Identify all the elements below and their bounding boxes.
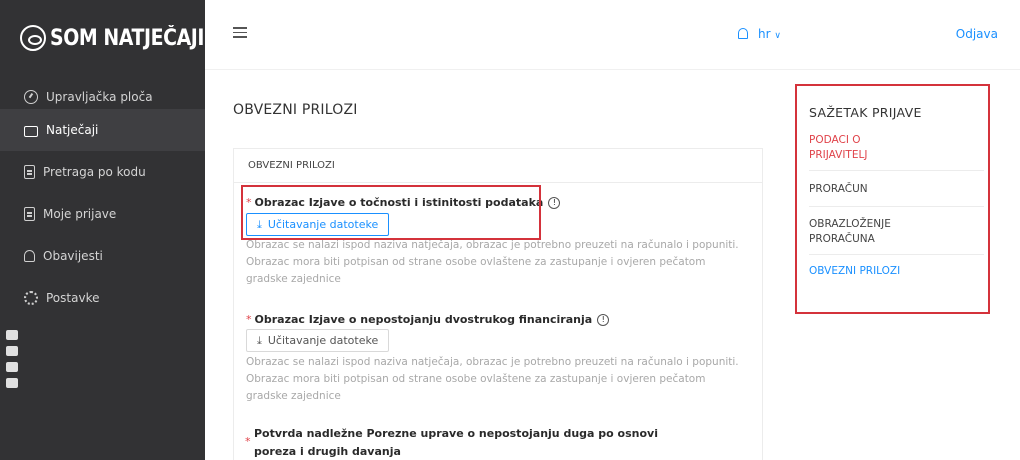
side-toolbar — [6, 330, 20, 394]
notifications-bell-icon[interactable] — [738, 28, 748, 39]
sidebar-item-label: Pretraga po kodu — [43, 165, 146, 179]
sidebar-item-label: Obavijesti — [43, 249, 103, 263]
section-title: OBVEZNI PRILOZI — [233, 102, 358, 118]
language-select[interactable]: hr ∨ — [758, 27, 781, 41]
sidebar-item-natjecaji[interactable]: Natječaji — [0, 109, 205, 151]
main-content: OBVEZNI PRILOZI OBVEZNI PRILOZI * Obrazac… — [205, 70, 1020, 460]
sidebar-item-label: Upravljačka ploča — [46, 90, 153, 104]
divider — [809, 254, 984, 255]
upload-icon: ⤓ — [257, 333, 262, 347]
gear-icon — [24, 291, 38, 305]
info-icon[interactable]: ! — [548, 197, 561, 209]
upload-button-label: Učitavanje datoteke — [267, 334, 379, 347]
video-icon[interactable] — [6, 346, 18, 356]
menu-collapse-icon[interactable] — [233, 27, 247, 39]
required-marker: * — [245, 435, 251, 448]
field-hint: Obrazac se nalazi ispod naziva natječaja… — [246, 239, 739, 285]
camera-icon[interactable] — [6, 330, 18, 340]
sidebar-item-pretraga[interactable]: Pretraga po kodu — [0, 151, 205, 193]
field-label-dvostruko-financiranje: * Obrazac Izjave o nepostojanju dvostruko… — [246, 313, 610, 326]
settings-icon[interactable] — [6, 378, 18, 388]
sidebar-item-label: Postavke — [46, 291, 100, 305]
summary-item-proracun[interactable]: PRORAČUN — [809, 182, 984, 197]
info-icon[interactable]: ! — [597, 314, 610, 326]
summary-item-obrazlozenje-proracuna[interactable]: OBRAZLOŽENJE PRORAČUNA — [809, 217, 984, 247]
sidebar-item-postavke[interactable]: Postavke — [0, 277, 205, 319]
application-summary: SAŽETAK PRIJAVE PODACI O PRIJAVITELJ PRO… — [795, 84, 990, 314]
summary-item-obvezni-prilozi[interactable]: OBVEZNI PRILOZI — [809, 264, 984, 279]
dashboard-icon — [24, 90, 38, 104]
summary-item-label: PRIJAVITELJ — [809, 149, 868, 161]
summary-item-podaci-o-prijavitelju[interactable]: PODACI O PRIJAVITELJ — [809, 133, 984, 163]
app-logo[interactable]: SOM NATJEČAJI — [20, 20, 229, 56]
folder-icon — [24, 125, 38, 137]
divider — [809, 170, 984, 171]
required-marker: * — [246, 313, 252, 326]
sidebar-item-obavijesti[interactable]: Obavijesti — [0, 235, 205, 277]
summary-item-label: OBVEZNI PRILOZI — [809, 265, 901, 277]
field-label-text: Obrazac Izjave o nepostojanju dvostrukog… — [254, 313, 593, 326]
bell-icon — [24, 250, 35, 262]
divider — [809, 206, 984, 207]
chevron-down-icon: ∨ — [774, 31, 781, 41]
app-logo-text: SOM NATJEČAJI — [50, 25, 205, 51]
sidebar-item-label: Natječaji — [46, 123, 99, 137]
document-icon — [24, 207, 35, 221]
sidebar-item-moje-prijave[interactable]: Moje prijave — [0, 193, 205, 235]
field-label-porezna-potvrda: * Potvrda nadležne Porezne uprave o nepos… — [245, 425, 658, 460]
summary-item-label: OBRAZLOŽENJE — [809, 218, 891, 230]
summary-item-label: PRORAČUNA — [809, 233, 875, 245]
summary-item-label: PODACI O — [809, 134, 861, 146]
logout-link[interactable]: Odjava — [956, 27, 998, 41]
sidebar-item-label: Moje prijave — [43, 207, 117, 221]
upload-button-dvostruko-financiranje[interactable]: ⤓ Učitavanje datoteke — [246, 329, 390, 352]
document-icon — [24, 165, 35, 179]
sidebar: SOM NATJEČAJI Upravljačka ploča Natječaj… — [0, 0, 205, 460]
field-label-text: Potvrda nadležne Porezne uprave o nepost… — [254, 427, 658, 440]
eye-circle-icon — [20, 25, 46, 51]
language-value: hr — [758, 27, 771, 41]
summary-item-label: PRORAČUN — [809, 183, 868, 195]
summary-title: SAŽETAK PRIJAVE — [809, 105, 922, 120]
field-label-text: poreza i drugih davanja — [254, 445, 401, 458]
topbar: hr ∨ Odjava — [205, 0, 1020, 70]
field-hint: Obrazac se nalazi ispod naziva natječaja… — [246, 356, 739, 402]
card-header: OBVEZNI PRILOZI — [234, 149, 762, 183]
image-icon[interactable] — [6, 362, 18, 372]
highlight-box — [241, 185, 541, 240]
